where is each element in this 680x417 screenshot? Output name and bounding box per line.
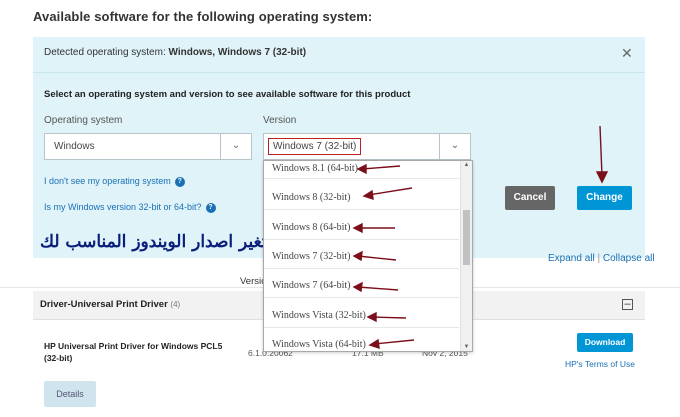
bitness-help-label: Is my Windows version 32-bit or 64-bit? bbox=[44, 202, 202, 212]
change-button[interactable]: Change bbox=[577, 186, 632, 210]
divider bbox=[264, 268, 459, 269]
separator: | bbox=[597, 253, 601, 264]
os-select-label: Operating system bbox=[44, 115, 123, 126]
dropdown-scrollbar[interactable]: ▲ ▼ bbox=[460, 161, 472, 351]
divider bbox=[264, 209, 459, 210]
driver-name: HP Universal Print Driver for Windows PC… bbox=[44, 341, 223, 363]
os-not-listed-label: I don't see my operating system bbox=[44, 176, 171, 186]
dropdown-option[interactable]: Windows 8 (64-bit) bbox=[272, 222, 350, 233]
cancel-button[interactable]: Cancel bbox=[505, 186, 555, 210]
collapse-icon[interactable]: – bbox=[622, 299, 633, 310]
os-select[interactable]: Windows ⌄ bbox=[44, 133, 252, 160]
chevron-down-icon: ⌄ bbox=[220, 134, 251, 159]
expand-all-link[interactable]: Expand all bbox=[548, 253, 595, 264]
version-select[interactable]: Windows 7 (32-bit) ⌄ bbox=[263, 133, 471, 160]
divider bbox=[264, 239, 459, 240]
scroll-up-icon[interactable]: ▲ bbox=[462, 162, 471, 168]
chevron-down-icon: ⌄ bbox=[439, 134, 470, 159]
dropdown-option[interactable]: Windows 7 (64-bit) bbox=[272, 280, 350, 291]
detected-os-prefix: Detected operating system: bbox=[44, 47, 169, 58]
terms-of-use-link[interactable]: HP's Terms of Use bbox=[565, 359, 635, 369]
dropdown-option[interactable]: Windows Vista (32-bit) bbox=[272, 310, 366, 321]
dropdown-option[interactable]: Windows 8 (32-bit) bbox=[272, 192, 350, 203]
download-button[interactable]: Download bbox=[577, 333, 633, 352]
help-icon[interactable]: ? bbox=[174, 176, 185, 187]
scrollbar-thumb[interactable] bbox=[463, 210, 470, 265]
os-not-listed-link[interactable]: I don't see my operating system? bbox=[44, 176, 185, 187]
divider bbox=[264, 327, 459, 328]
divider bbox=[264, 297, 459, 298]
expand-collapse-controls: Expand all | Collapse all bbox=[548, 253, 655, 264]
bitness-help-link[interactable]: Is my Windows version 32-bit or 64-bit?? bbox=[44, 202, 216, 213]
driver-group-title: Driver-Universal Print Driver (4) bbox=[40, 299, 180, 310]
page-heading: Available software for the following ope… bbox=[33, 9, 373, 24]
version-select-label: Version bbox=[263, 115, 297, 126]
dropdown-option[interactable]: Windows Vista (64-bit) bbox=[272, 339, 366, 350]
detected-os-value: Windows, Windows 7 (32-bit) bbox=[168, 47, 307, 58]
driver-group-count: (4) bbox=[170, 300, 181, 309]
collapse-all-link[interactable]: Collapse all bbox=[603, 253, 655, 264]
help-icon[interactable]: ? bbox=[205, 202, 216, 213]
dropdown-option[interactable]: Windows 8.1 (64-bit) bbox=[272, 163, 358, 174]
close-icon[interactable]: ✕ bbox=[621, 45, 633, 62]
driver-group-name: Driver-Universal Print Driver bbox=[40, 299, 168, 310]
details-button[interactable]: Details bbox=[44, 381, 96, 407]
detected-os-text: Detected operating system: Windows, Wind… bbox=[44, 47, 306, 58]
os-select-value: Windows bbox=[54, 141, 95, 152]
annotation-caption: تغير اصدار الويندوز المناسب لك bbox=[40, 232, 267, 252]
dropdown-option[interactable]: Windows 7 (32-bit) bbox=[272, 251, 350, 262]
scroll-down-icon[interactable]: ▼ bbox=[462, 344, 471, 350]
divider bbox=[264, 178, 459, 179]
instruction-text: Select an operating system and version t… bbox=[44, 89, 411, 100]
version-dropdown-list[interactable]: Windows 8.1 (64-bit) Windows 8 (32-bit) … bbox=[263, 160, 473, 352]
version-select-value: Windows 7 (32-bit) bbox=[268, 138, 362, 155]
